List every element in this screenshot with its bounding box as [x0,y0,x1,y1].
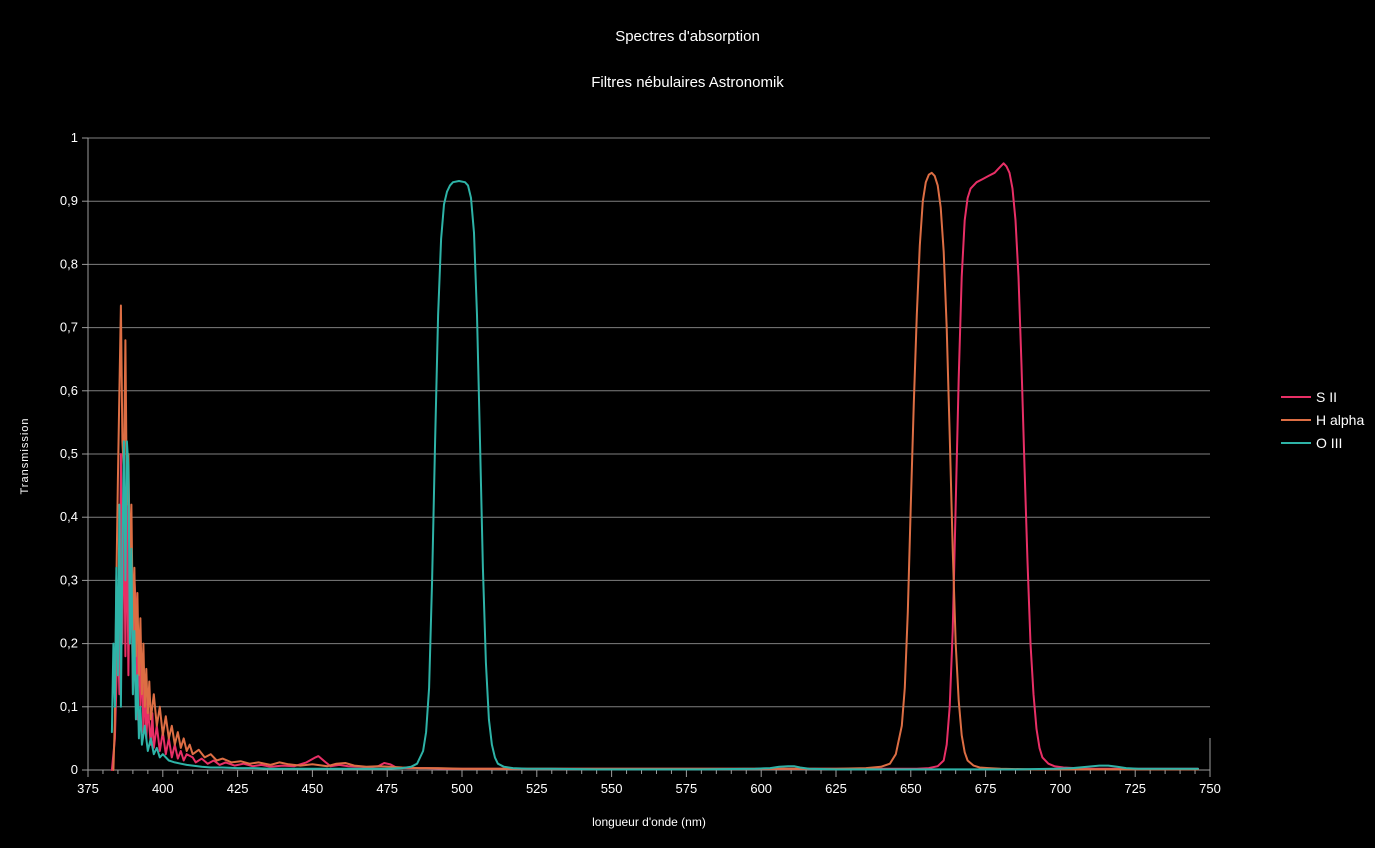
plot-area: 0 0,1 0,2 0,3 0,4 0,5 0,6 0,7 0,8 0,9 1 375 400 425 45… [60,130,1221,796]
y-tick-label-0,9: 0,9 [60,193,78,208]
x-tick-label-725: 725 [1124,781,1146,796]
legend-item-sii: S II [1281,385,1364,408]
legend-label-oiii: O III [1316,434,1343,451]
x-tick-label-750: 750 [1199,781,1221,796]
oiii-line-swatch [1281,441,1311,444]
y-tick-label-0: 0 [71,762,78,777]
y-tick-label-0,2: 0,2 [60,636,78,651]
x-tick-label-525: 525 [526,781,548,796]
x-tick-label-500: 500 [451,781,473,796]
y-tick-label-1: 1 [71,130,78,145]
halpha-line-swatch [1281,418,1311,421]
x-tick-label-375: 375 [77,781,99,796]
x-tick-label-450: 450 [302,781,324,796]
y-tick-label-0,3: 0,3 [60,572,78,587]
y-axis-title: Transmission [19,417,31,495]
y-tick-label-0,4: 0,4 [60,509,78,524]
x-tick-label-650: 650 [900,781,922,796]
series-line-o-iii [110,180,1199,771]
x-tick-label-625: 625 [825,781,847,796]
legend-item-oiii: O III [1281,431,1364,454]
legend-label-halpha: H alpha [1316,411,1365,428]
series-line-s-ii [110,162,1199,771]
y-tick-label-0,1: 0,1 [60,699,78,714]
x-tick-label-550: 550 [601,781,623,796]
y-tick-label-0,6: 0,6 [60,383,78,398]
legend: S II H alpha O III [1281,385,1364,454]
x-tick-label-425: 425 [227,781,249,796]
sii-line-swatch [1281,395,1311,398]
y-tick-label-0,8: 0,8 [60,256,78,271]
legend-item-halpha: H alpha [1281,408,1364,431]
series-line-h-alpha [112,171,1199,771]
y-tick-label-0,5: 0,5 [60,446,78,461]
x-tick-label-600: 600 [750,781,772,796]
x-tick-label-400: 400 [152,781,174,796]
y-tick-label-0,7: 0,7 [60,320,78,335]
chart-canvas: Spectres d'absorption Filtres nébulaires… [0,0,1375,848]
x-tick-label-675: 675 [975,781,997,796]
x-tick-label-700: 700 [1050,781,1072,796]
legend-label-sii: S II [1316,388,1338,405]
x-axis-title: longueur d'onde (nm) [592,815,706,829]
x-tick-label-475: 475 [376,781,398,796]
x-tick-label-575: 575 [676,781,698,796]
